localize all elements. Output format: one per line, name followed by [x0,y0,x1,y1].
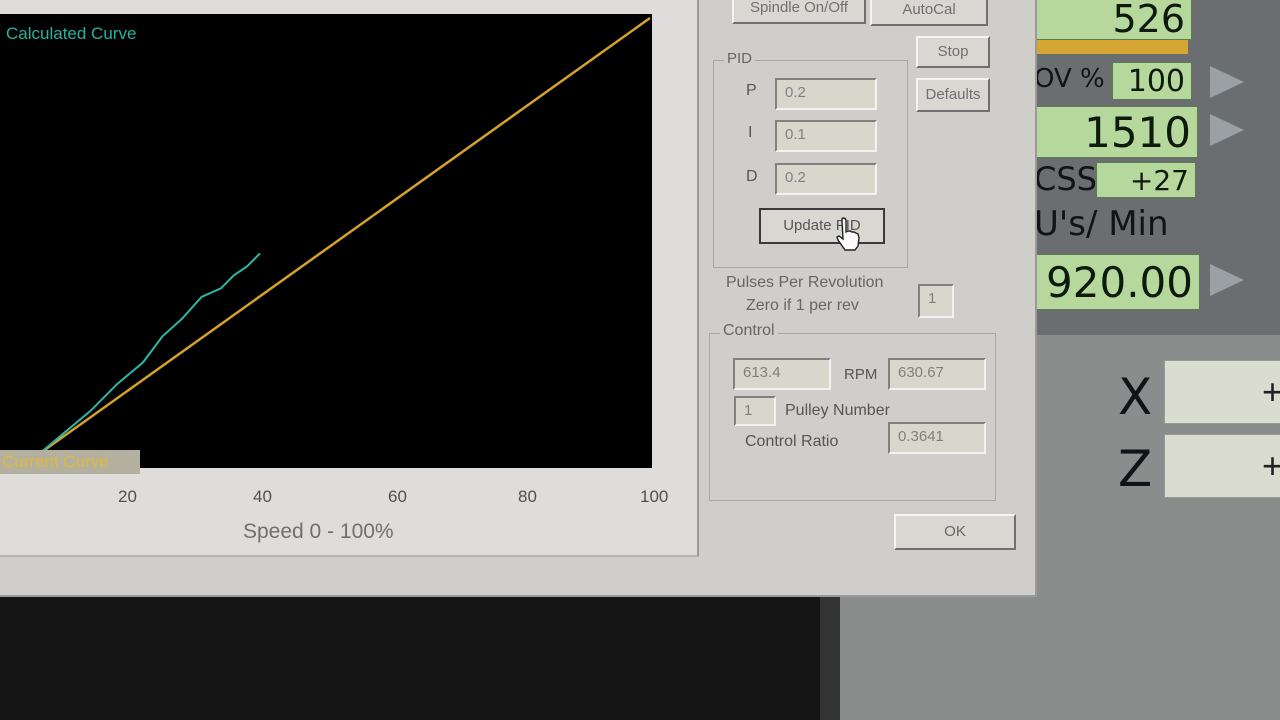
control-ratio-field[interactable]: 0.3641 [888,422,986,454]
current-curve-line [38,252,261,455]
control-ratio-label: Control Ratio [745,433,839,450]
rpm-arrow-icon[interactable] [1210,114,1244,146]
ov-arrow-icon[interactable] [1210,66,1244,98]
z-axis-value: + [1261,445,1280,486]
pulses-label-line2: Zero if 1 per rev [746,297,859,314]
d-field[interactable]: 0.2 [775,163,877,195]
autocal-button[interactable]: AutoCal [870,0,988,26]
ok-button[interactable]: OK [894,514,1016,550]
units-per-min-label: U's/ Min [1034,204,1169,244]
d-label: D [746,168,758,185]
x-tick-20: 20 [118,487,137,506]
rpm-field[interactable]: 630.67 [888,358,986,390]
x-axis-value: + [1261,371,1280,412]
control-group-title: Control [720,322,778,340]
i-label: I [748,124,753,141]
feedrate-dro: 920.00 [1036,254,1200,310]
spindle-load-bar [1032,40,1188,54]
calculated-curve-legend: Calculated Curve [6,24,137,43]
override-dro: 100 [1112,62,1192,100]
calculated-curve-line [38,16,651,456]
spindle-calibration-dialog: Calculated Curve Current Curve 20 40 60 … [0,0,1037,597]
rpm-label: RPM [844,366,878,383]
hand-cursor-icon [836,217,860,251]
x-axis-label: Speed 0 - 100% [243,520,394,543]
update-pid-button[interactable]: Update PID [759,208,885,244]
curve-chart [38,16,651,456]
speed-field[interactable]: 613.4 [733,358,831,390]
axis-z-label: Z [1118,440,1153,498]
current-curve-legend: Current Curve [0,450,140,474]
i-field[interactable]: 0.1 [775,120,877,152]
p-label: P [746,82,757,99]
stop-button[interactable]: Stop [916,36,990,68]
spindle-on-off-button[interactable]: Spindle On/Off [732,0,866,24]
css-label: CSS [1034,160,1097,198]
ov-label: OV % [1034,64,1105,94]
x-tick-60: 60 [388,487,407,506]
axis-x-label: X [1118,368,1153,426]
x-tick-40: 40 [253,487,272,506]
z-axis-dro: + [1164,434,1280,498]
pulley-number-field[interactable]: 1 [734,396,776,426]
feed-arrow-icon[interactable] [1210,264,1244,296]
x-tick-80: 80 [518,487,537,506]
spindle-dro: 526 [1032,0,1192,41]
defaults-button[interactable]: Defaults [916,78,990,112]
pulses-label-line1: Pulses Per Revolution [726,274,884,291]
window-edge [820,580,840,720]
curve-plot [0,14,652,468]
css-dro: +27 [1096,162,1196,198]
curve-graph-panel: Calculated Curve Current Curve 20 40 60 … [0,0,699,557]
pid-group-title: PID [724,50,756,67]
p-field[interactable]: 0.2 [775,78,877,110]
desktop-dark-area [0,595,820,720]
pulses-per-rev-field[interactable]: 1 [918,284,954,318]
x-axis-dro: + [1164,360,1280,424]
x-tick-100: 100 [640,487,669,506]
rpm-dro: 1510 [1032,106,1198,158]
pulley-number-label: Pulley Number [785,402,890,419]
